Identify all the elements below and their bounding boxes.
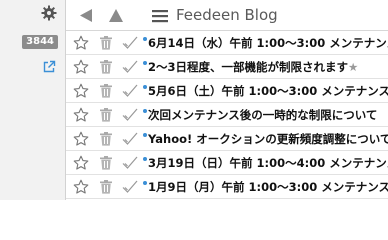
unread-dot xyxy=(143,61,147,65)
unread-dot xyxy=(143,133,147,137)
article-row[interactable]: 5月6日（土）午前 1:00〜3:00 メンテナンス xyxy=(66,79,388,103)
trash-icon[interactable] xyxy=(99,155,113,171)
article-title-text: 2〜3日程度、一部機能が制限されます xyxy=(148,60,349,74)
article-title[interactable]: 3月19日（日）午前 1:00〜4:00 メンテナンス xyxy=(148,155,388,171)
article-row[interactable]: 1月9日（月）午前 1:00〜3:00 メンテナンス xyxy=(66,175,388,199)
title-suffix-mark: ★ xyxy=(348,60,359,74)
trash-icon[interactable] xyxy=(99,131,113,147)
feed-title[interactable]: Feedeen Blog xyxy=(176,5,278,26)
external-link-icon[interactable] xyxy=(42,59,56,73)
top-bar: Feedeen Blog xyxy=(66,0,388,31)
trash-icon[interactable] xyxy=(99,59,113,75)
trash-icon[interactable] xyxy=(99,83,113,99)
sidebar: 3844 xyxy=(0,0,66,200)
star-icon[interactable] xyxy=(73,131,89,147)
unread-dot xyxy=(143,157,147,161)
article-title[interactable]: 5月6日（土）午前 1:00〜3:00 メンテナンス xyxy=(148,83,388,99)
feed-reader-app: 3844 Feedeen Blog 6月14日（水）午前 1:00〜3:00 メ… xyxy=(0,0,388,200)
mark-read-check-icon[interactable] xyxy=(121,155,139,171)
article-row[interactable]: 次回メンテナンス後の一時的な制限について xyxy=(66,103,388,127)
unread-count-badge: 3844 xyxy=(22,35,58,49)
mark-read-check-icon[interactable] xyxy=(121,107,139,123)
article-title[interactable]: Yahoo! オークションの更新頻度調整について xyxy=(148,131,388,147)
menu-icon[interactable] xyxy=(152,8,168,23)
article-title[interactable]: 次回メンテナンス後の一時的な制限について xyxy=(148,107,377,123)
star-icon[interactable] xyxy=(73,83,89,99)
star-icon[interactable] xyxy=(73,59,89,75)
unread-dot xyxy=(143,109,147,113)
article-title[interactable]: 1月9日（月）午前 1:00〜3:00 メンテナンス xyxy=(148,179,388,195)
mark-read-check-icon[interactable] xyxy=(121,35,139,51)
article-list: 6月14日（水）午前 1:00〜3:00 メンテナンス 2〜3日程度、一部機能が… xyxy=(66,31,388,200)
article-row[interactable]: 2〜3日程度、一部機能が制限されます★ xyxy=(66,55,388,79)
back-arrow-icon[interactable] xyxy=(77,7,95,24)
star-icon[interactable] xyxy=(73,35,89,51)
article-row[interactable]: Yahoo! オークションの更新頻度調整について xyxy=(66,127,388,151)
trash-icon[interactable] xyxy=(99,179,113,195)
unread-dot xyxy=(143,37,147,41)
up-arrow-icon[interactable] xyxy=(107,7,125,24)
trash-icon[interactable] xyxy=(99,107,113,123)
unread-dot xyxy=(143,181,147,185)
star-icon[interactable] xyxy=(73,179,89,195)
star-icon[interactable] xyxy=(73,107,89,123)
mark-read-check-icon[interactable] xyxy=(121,131,139,147)
unread-dot xyxy=(143,85,147,89)
star-icon[interactable] xyxy=(73,155,89,171)
article-title[interactable]: 2〜3日程度、一部機能が制限されます★ xyxy=(148,59,358,75)
mark-read-check-icon[interactable] xyxy=(121,59,139,75)
gear-icon[interactable] xyxy=(41,5,57,21)
mark-read-check-icon[interactable] xyxy=(121,179,139,195)
article-title[interactable]: 6月14日（水）午前 1:00〜3:00 メンテナンス xyxy=(148,35,388,51)
article-row[interactable]: 3月19日（日）午前 1:00〜4:00 メンテナンス xyxy=(66,151,388,175)
article-row[interactable]: 6月14日（水）午前 1:00〜3:00 メンテナンス xyxy=(66,31,388,55)
mark-read-check-icon[interactable] xyxy=(121,83,139,99)
trash-icon[interactable] xyxy=(99,35,113,51)
